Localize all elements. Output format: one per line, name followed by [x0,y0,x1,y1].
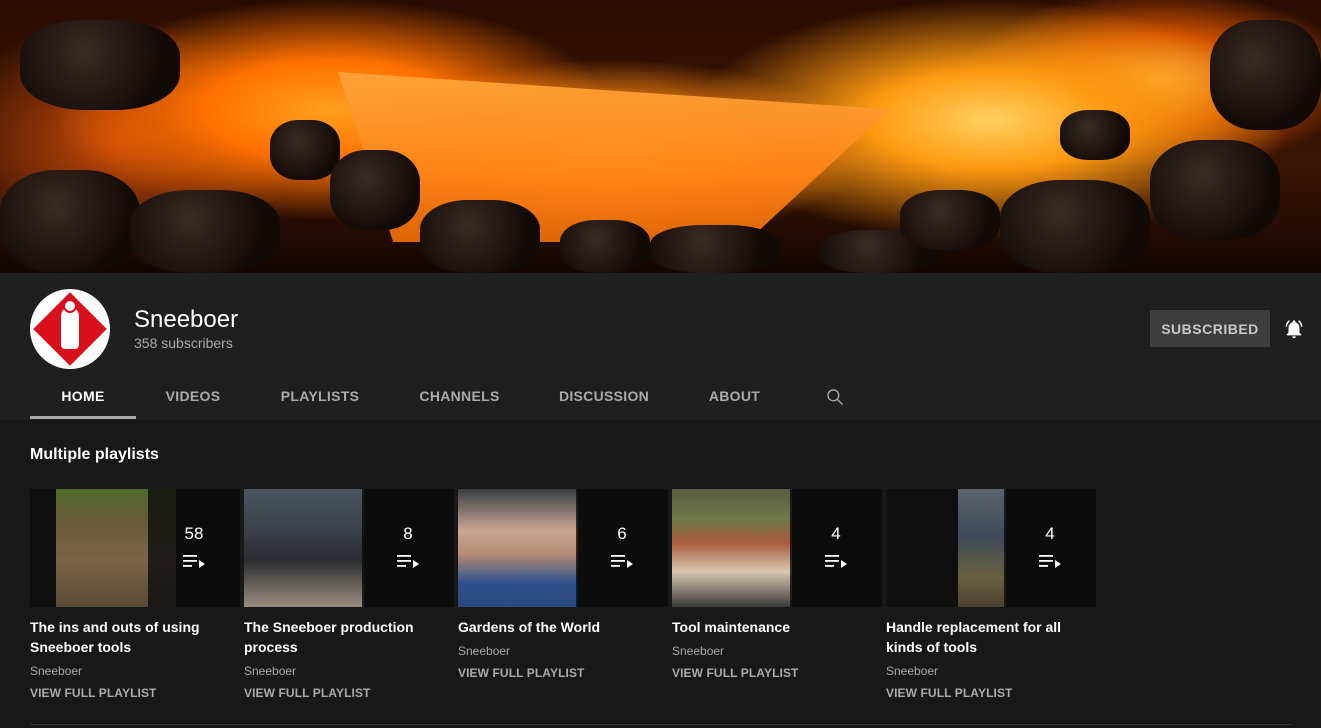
playlist-title[interactable]: The Sneeboer production process [244,617,449,657]
tab-channels[interactable]: CHANNELS [390,370,529,420]
thumbnail-image [958,489,1006,607]
playlist-card[interactable]: 8 The Sneeboer production process Sneebo… [244,489,454,700]
view-full-playlist-link[interactable]: VIEW FULL PLAYLIST [672,666,882,680]
section-divider [30,724,1291,725]
channel-header: Sneeboer 358 subscribers SUBSCRIBED HOME… [0,273,1321,420]
playlist-icon [397,555,419,568]
banner-coal [650,225,780,273]
video-count: 58 [184,524,204,543]
view-full-playlist-link[interactable]: VIEW FULL PLAYLIST [244,686,454,700]
playlist-thumbnail[interactable]: 58 [30,489,240,607]
playlist-thumbnail[interactable]: 4 [672,489,882,607]
channel-tabs: HOME VIDEOS PLAYLISTS CHANNELS DISCUSSIO… [30,370,790,420]
view-full-playlist-link[interactable]: VIEW FULL PLAYLIST [886,686,1096,700]
playlist-channel[interactable]: Sneeboer [672,644,882,658]
playlist-thumbnail[interactable]: 4 [886,489,1096,607]
video-count: 4 [831,524,841,543]
playlist-channel[interactable]: Sneeboer [244,664,454,678]
playlist-icon [1039,555,1061,568]
channel-banner [0,0,1321,273]
playlist-overlay: 8 [362,489,454,607]
banner-coal [0,170,140,273]
bell-icon[interactable] [1283,317,1305,341]
tab-discussion[interactable]: DISCUSSION [529,370,679,420]
playlist-icon [825,555,847,568]
playlist-title[interactable]: Gardens of the World [458,617,663,637]
banner-coal [900,190,1000,250]
view-full-playlist-link[interactable]: VIEW FULL PLAYLIST [30,686,240,700]
avatar-figure [61,307,79,349]
playlist-icon [611,555,633,568]
search-icon[interactable] [825,387,845,407]
tab-home[interactable]: HOME [30,370,136,420]
video-count: 4 [1045,524,1055,543]
banner-blade [338,72,890,242]
playlist-card[interactable]: 4 Tool maintenance Sneeboer VIEW FULL PL… [672,489,882,680]
playlist-channel[interactable]: Sneeboer [458,644,668,658]
playlist-title[interactable]: Tool maintenance [672,617,877,637]
playlist-card[interactable]: 58 The ins and outs of using Sneeboer to… [30,489,240,700]
banner-coal [1060,110,1130,160]
thumbnail-image [244,489,364,607]
banner-coal [330,150,420,230]
section-title: Multiple playlists [30,446,159,463]
video-count: 8 [403,524,413,543]
banner-coal [270,120,340,180]
playlist-thumbnail[interactable]: 8 [244,489,454,607]
banner-coal [420,200,540,273]
playlist-title[interactable]: Handle replacement for all kinds of tool… [886,617,1091,657]
tab-about[interactable]: ABOUT [679,370,790,420]
playlist-card[interactable]: 4 Handle replacement for all kinds of to… [886,489,1096,700]
subscriber-count: 358 subscribers [134,335,233,351]
playlist-thumbnail[interactable]: 6 [458,489,668,607]
video-count: 6 [617,524,627,543]
avatar-head [63,299,77,313]
banner-coal [130,190,280,273]
banner-coal [20,20,180,110]
playlist-icon [183,555,205,568]
playlist-overlay: 4 [1004,489,1096,607]
playlist-channel[interactable]: Sneeboer [886,664,1096,678]
tab-videos[interactable]: VIDEOS [136,370,250,420]
playlist-overlay: 58 [148,489,240,607]
playlist-overlay: 4 [790,489,882,607]
banner-coal [1210,20,1321,130]
thumbnail-image [458,489,578,607]
tab-playlists[interactable]: PLAYLISTS [250,370,390,420]
subscribed-button[interactable]: SUBSCRIBED [1150,310,1270,347]
playlist-channel[interactable]: Sneeboer [30,664,240,678]
banner-coal [1150,140,1280,240]
playlist-card[interactable]: 6 Gardens of the World Sneeboer VIEW FUL… [458,489,668,680]
thumbnail-image [672,489,792,607]
channel-avatar[interactable] [30,289,110,369]
view-full-playlist-link[interactable]: VIEW FULL PLAYLIST [458,666,668,680]
playlist-title[interactable]: The ins and outs of using Sneeboer tools [30,617,235,657]
banner-coal [560,220,650,273]
banner-coal [1000,180,1150,273]
channel-name: Sneeboer [134,306,239,333]
playlist-overlay: 6 [576,489,668,607]
